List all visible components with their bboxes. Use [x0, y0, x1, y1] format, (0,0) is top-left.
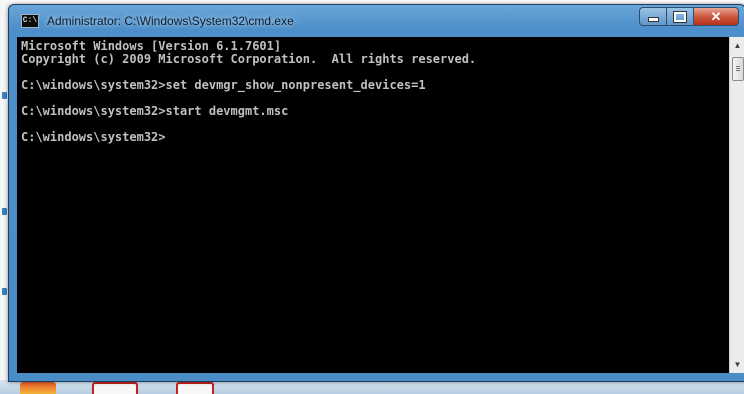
close-button[interactable]: ✕ [693, 7, 739, 26]
window-title: Administrator: C:\Windows\System32\cmd.e… [47, 14, 294, 28]
caption-buttons: ✕ [639, 7, 739, 26]
cmd-window: C:\ Administrator: C:\Windows\System32\c… [8, 4, 744, 382]
scroll-thumb[interactable] [732, 57, 744, 81]
desktop-icon-fragment [2, 92, 7, 99]
minimize-icon [647, 17, 659, 22]
taskbar-app-icon[interactable] [176, 382, 214, 394]
close-icon: ✕ [710, 8, 722, 24]
console-line: Copyright (c) 2009 Microsoft Corporation… [21, 52, 477, 66]
taskbar [0, 380, 744, 394]
cmd-app-icon[interactable]: C:\ [21, 14, 39, 28]
maximize-button[interactable] [666, 7, 693, 26]
title-bar[interactable]: C:\ Administrator: C:\Windows\System32\c… [9, 5, 744, 37]
console-line: C:\windows\system32>set devmgr_show_nonp… [21, 78, 426, 92]
minimize-button[interactable] [639, 7, 666, 26]
desktop-icon-fragment [2, 288, 7, 295]
start-orb-icon[interactable] [20, 382, 56, 394]
vertical-scrollbar[interactable]: ▲ ▼ [729, 37, 744, 373]
taskbar-app-icon[interactable] [92, 382, 138, 394]
scroll-up-icon[interactable]: ▲ [730, 37, 744, 54]
scroll-down-icon[interactable]: ▼ [730, 356, 744, 373]
console-text: Microsoft Windows [Version 6.1.7601] Copy… [17, 37, 729, 147]
desktop-icon-fragment [2, 208, 7, 215]
maximize-icon [673, 10, 687, 23]
console-line: C:\windows\system32>start devmgmt.msc [21, 104, 289, 118]
console-line: C:\windows\system32> [21, 130, 166, 144]
console-output[interactable]: Microsoft Windows [Version 6.1.7601] Copy… [17, 37, 729, 373]
